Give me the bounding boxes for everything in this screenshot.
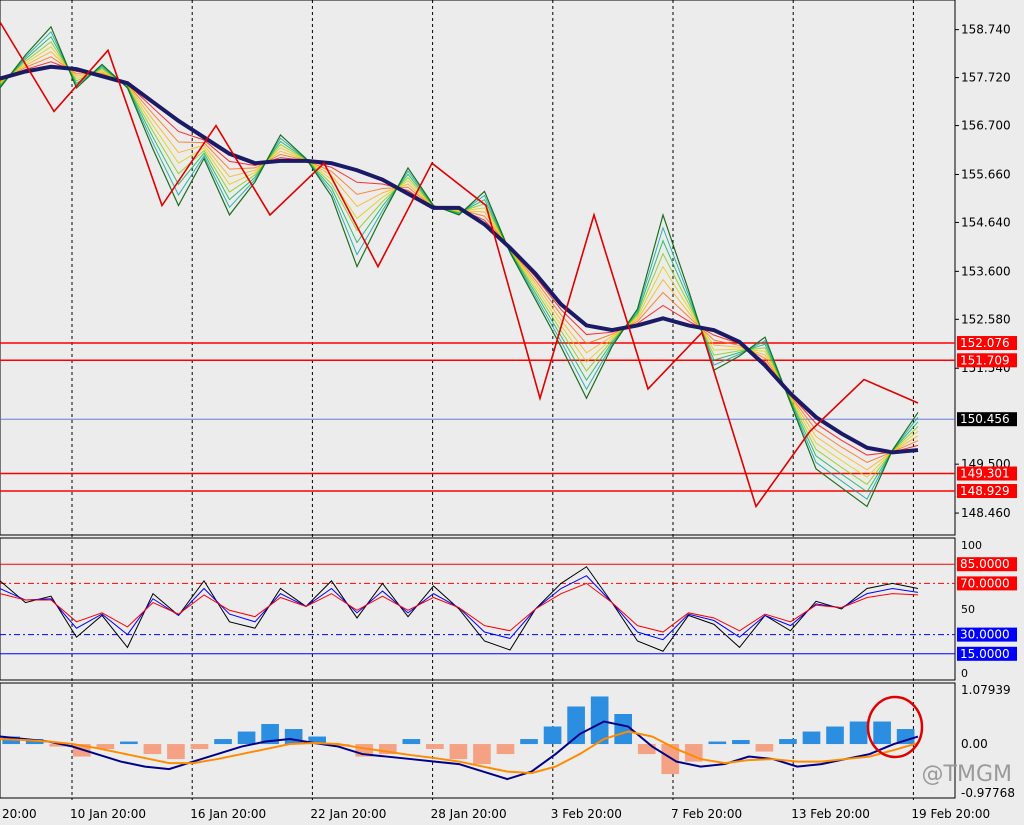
macd-histogram-bar <box>708 741 727 745</box>
macd-histogram-bar <box>543 726 562 745</box>
time-label: 3 Feb 20:00 <box>551 807 622 821</box>
time-label: 13 Feb 20:00 <box>791 807 870 821</box>
macd-histogram-bar <box>520 739 538 745</box>
time-label: 7 Feb 20:00 <box>671 807 742 821</box>
watermark: @TMGM <box>921 762 1012 787</box>
price-tick-label: 155.660 <box>961 167 1011 181</box>
price-tick-label: 152.580 <box>961 312 1011 326</box>
macd-histogram-bar <box>449 744 468 760</box>
macd-histogram-bar <box>732 740 750 745</box>
macd-histogram-bar <box>779 739 797 745</box>
current-price-label: 150.456 <box>960 412 1010 426</box>
macd-histogram-bar <box>214 739 232 745</box>
oscillator-level-label: 30.0000 <box>960 628 1010 642</box>
macd-histogram-bar <box>426 744 444 750</box>
oscillator-tick-label: 100 <box>961 539 982 552</box>
oscillator-level-label: 85.0000 <box>960 557 1010 571</box>
oscillator-tick-label: 0 <box>961 667 968 680</box>
price-tick-label: 158.740 <box>961 23 1011 37</box>
macd-histogram-bar <box>284 729 303 745</box>
level-label: 148.929 <box>960 484 1010 498</box>
time-axis: 20:00 10 Jan 20:00 16 Jan 20:00 22 Jan 20:0… <box>2 807 990 821</box>
level-label: 152.076 <box>960 336 1010 350</box>
oscillator-tick-label: 50 <box>961 603 975 616</box>
macd-histogram-bar <box>614 714 633 745</box>
macd-histogram-bar <box>873 721 891 745</box>
time-label: 20:00 <box>2 807 37 821</box>
chart-canvas: 158.740 157.720 156.700 155.660 154.640 153.6… <box>0 0 1017 821</box>
price-panel-bg <box>0 0 956 536</box>
macd-histogram-bar <box>637 744 656 755</box>
macd-histogram-bar <box>849 721 868 745</box>
macd-histogram-bar <box>802 731 821 745</box>
macd-histogram-bar <box>120 741 138 745</box>
macd-histogram-bar <box>190 744 209 750</box>
macd-histogram-bar <box>567 706 585 745</box>
macd-tick-label: 0.00 <box>961 737 988 751</box>
macd-tick-label: 1.07939 <box>961 683 1011 697</box>
time-label: 16 Jan 20:00 <box>190 807 266 821</box>
macd-histogram-bar <box>402 739 421 745</box>
macd-histogram-bar <box>826 726 844 745</box>
macd-histogram-bar <box>755 744 774 752</box>
macd-tick-label: -0.97768 <box>961 786 1015 800</box>
oscillator-panel-bg <box>0 537 956 681</box>
price-tick-label: 154.640 <box>961 215 1011 229</box>
time-label: 10 Jan 20:00 <box>70 807 146 821</box>
time-label: 19 Feb 20:00 <box>911 807 990 821</box>
macd-histogram-bar <box>496 744 515 755</box>
macd-histogram-bar <box>167 744 185 760</box>
price-axis: 158.740 157.720 156.700 155.660 154.640 153.6… <box>955 23 1017 800</box>
macd-histogram-bar <box>237 731 256 745</box>
level-label: 151.709 <box>960 353 1010 367</box>
level-label: 149.301 <box>960 467 1010 481</box>
price-tick-label: 156.700 <box>961 119 1011 133</box>
macd-histogram-bar <box>590 696 609 745</box>
macd-histogram-bar <box>143 744 162 755</box>
oscillator-level-label: 70.0000 <box>960 576 1010 590</box>
price-tick-label: 157.720 <box>961 71 1011 85</box>
price-tick-label: 148.460 <box>961 506 1011 520</box>
price-tick-label: 153.600 <box>961 264 1011 278</box>
oscillator-level-label: 15.0000 <box>960 647 1010 661</box>
time-label: 22 Jan 20:00 <box>310 807 386 821</box>
macd-histogram-bar <box>473 744 491 765</box>
time-label: 28 Jan 20:00 <box>431 807 507 821</box>
